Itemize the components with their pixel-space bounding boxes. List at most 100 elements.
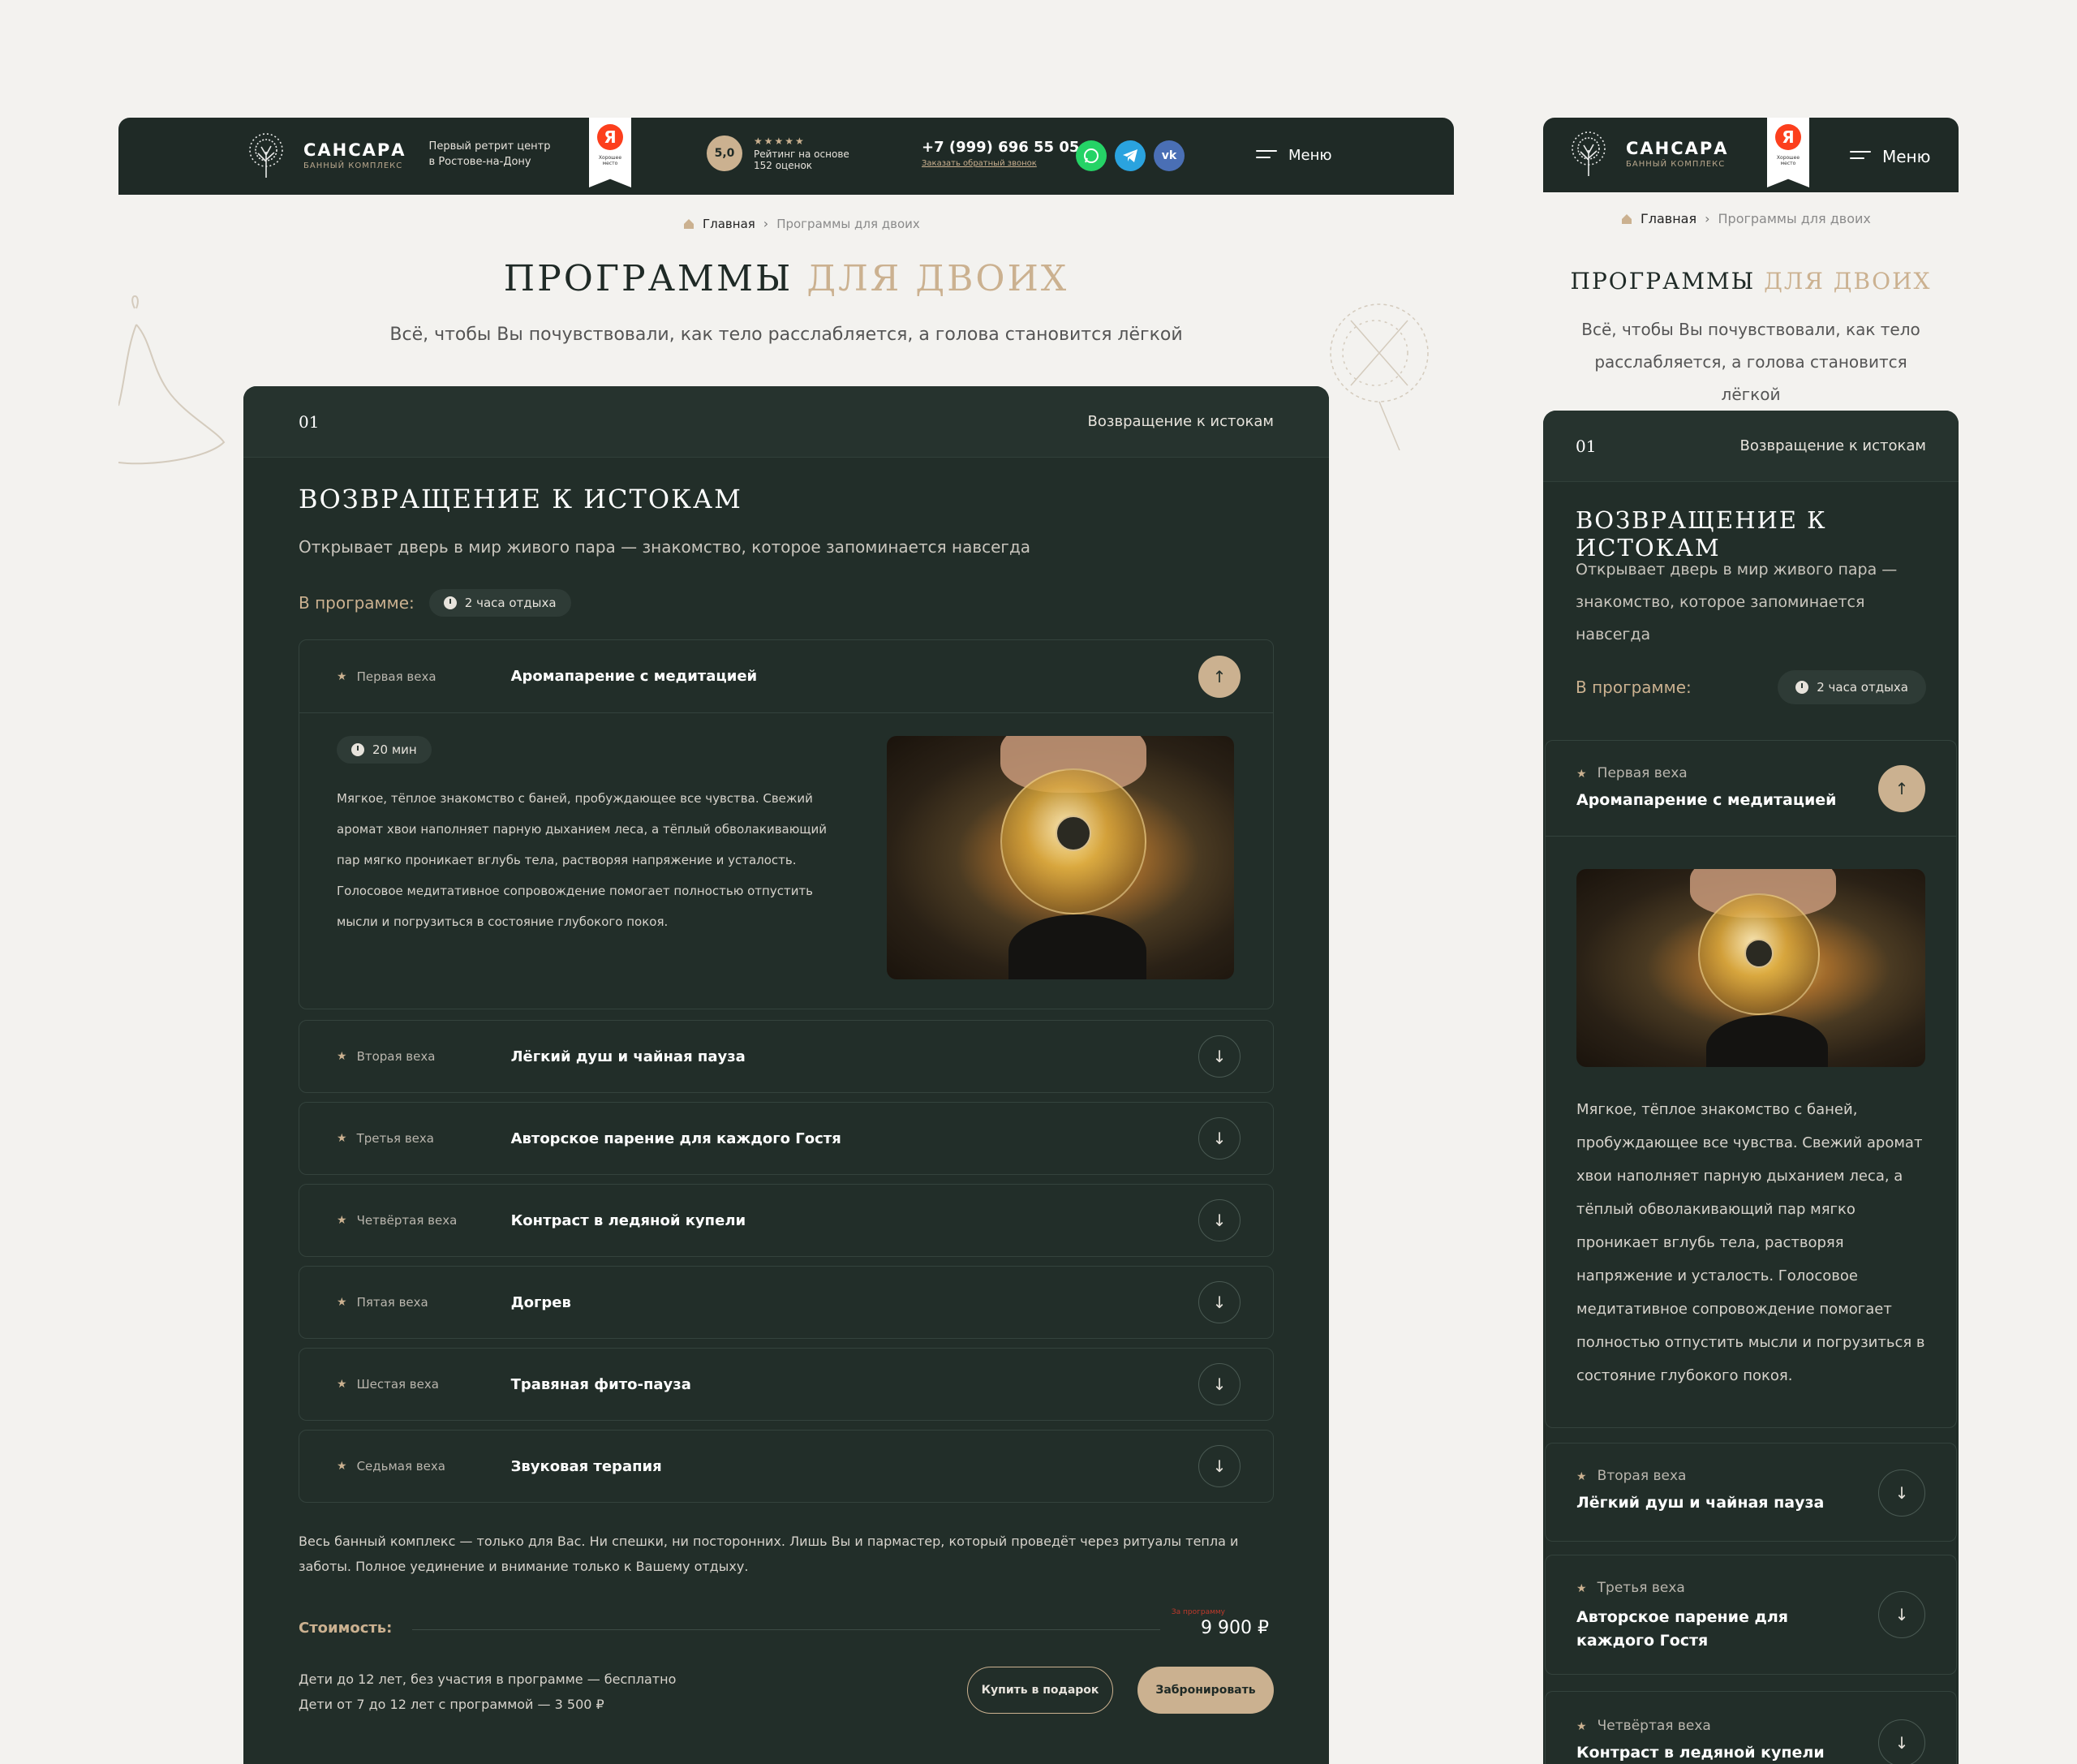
stage-item[interactable]: ★ Седьмая веха Звуковая терапия ↓ bbox=[299, 1430, 1274, 1503]
yandex-icon: Я bbox=[597, 124, 623, 150]
contact-block: +7 (999) 696 55 05 Заказать обратный зво… bbox=[922, 139, 1079, 168]
program-tab[interactable]: 01 Возвращение к истокам bbox=[243, 386, 1329, 458]
expand-arrow-down-icon[interactable]: ↓ bbox=[1198, 1199, 1241, 1241]
price-value: 9 900 ₽ bbox=[1201, 1618, 1269, 1638]
program-tab[interactable]: 01 Возвращение к истокам bbox=[1543, 411, 1959, 482]
stage-item[interactable]: ★ Третья веха Авторское парение для кажд… bbox=[1545, 1555, 1957, 1675]
clock-icon bbox=[351, 743, 364, 756]
collapse-arrow-up-icon[interactable]: ↑ bbox=[1878, 765, 1925, 812]
brand-tagline: Первый ретрит центр в Ростове-на-Дону bbox=[428, 140, 551, 168]
page-title: ПРОГРАММЫ ДЛЯ ДВОИХ bbox=[1570, 268, 1932, 295]
program-number: 01 bbox=[1576, 436, 1597, 456]
expand-arrow-down-icon[interactable]: ↓ bbox=[1198, 1363, 1241, 1405]
book-button[interactable]: Забронировать bbox=[1137, 1667, 1274, 1714]
page-subtitle: Всё, чтобы Вы почувствовали, как тело ра… bbox=[389, 325, 1183, 345]
brand-name: САНСАРА bbox=[303, 140, 406, 160]
rating-block[interactable]: 5,0 ★★★★★ Рейтинг на основе 152 оценок bbox=[707, 136, 849, 171]
tree-logo-icon bbox=[249, 133, 283, 178]
home-icon[interactable] bbox=[683, 218, 694, 230]
home-icon[interactable] bbox=[1621, 213, 1632, 225]
stage-item[interactable]: ★ Шестая веха Травяная фито-пауза ↓ bbox=[299, 1348, 1274, 1421]
in-program: В программе: 2 часа отдыха bbox=[1576, 670, 1926, 704]
star-icon: ★ bbox=[1576, 1720, 1587, 1733]
callback-link[interactable]: Заказать обратный звонок bbox=[922, 159, 1079, 168]
brand-logo[interactable]: САНСАРА БАННЫЙ КОМПЛЕКС bbox=[1563, 129, 1729, 178]
program-description: Открывает дверь в мир живого пара — знак… bbox=[1576, 561, 1898, 643]
phone-link[interactable]: +7 (999) 696 55 05 bbox=[922, 139, 1079, 156]
program-footer-text: Весь банный комплекс — только для Вас. Н… bbox=[299, 1534, 1239, 1574]
yandex-icon: Я bbox=[1775, 124, 1801, 150]
burger-icon bbox=[1850, 151, 1871, 162]
page-title: ПРОГРАММЫ ДЛЯ ДВОИХ bbox=[503, 258, 1069, 299]
star-icon: ★ bbox=[337, 1214, 347, 1227]
program-panel: 01 Возвращение к истокам ВОЗВРАЩЕНИЕ К И… bbox=[1543, 411, 1959, 1764]
stage-duration-pill: 20 мин bbox=[337, 736, 432, 764]
breadcrumb-home[interactable]: Главная bbox=[703, 217, 755, 231]
expand-arrow-down-icon[interactable]: ↓ bbox=[1198, 1281, 1241, 1323]
price-note: За программу bbox=[1171, 1608, 1225, 1616]
in-program: В программе: 2 часа отдыха bbox=[299, 589, 571, 617]
stage-header[interactable]: ★ Первая веха Аромапарение с медитацией … bbox=[1546, 741, 1956, 837]
stage-text: Мягкое, тёплое знакомство с баней, пробу… bbox=[337, 791, 827, 929]
stage-item[interactable]: ★ Четвёртая веха Контраст в ледяной купе… bbox=[1545, 1691, 1957, 1764]
breadcrumb-current: Программы для двоих bbox=[776, 216, 920, 231]
rating-stars: ★★★★★ bbox=[754, 136, 806, 147]
telegram-icon[interactable] bbox=[1115, 140, 1146, 171]
yandex-badge[interactable]: Я Хорошее место bbox=[589, 118, 631, 187]
star-icon: ★ bbox=[337, 1378, 347, 1391]
star-icon: ★ bbox=[337, 1132, 347, 1145]
expand-arrow-down-icon[interactable]: ↓ bbox=[1198, 1117, 1241, 1160]
star-icon: ★ bbox=[337, 1460, 347, 1473]
expand-arrow-down-icon[interactable]: ↓ bbox=[1878, 1591, 1925, 1638]
bell-decoration-icon bbox=[118, 295, 226, 465]
gift-button[interactable]: Купить в подарок bbox=[967, 1667, 1113, 1714]
brand-logo[interactable]: САНСАРА БАННЫЙ КОМПЛЕКС Первый ретрит це… bbox=[240, 131, 550, 179]
desktop-header: САНСАРА БАННЫЙ КОМПЛЕКС Первый ретрит це… bbox=[118, 118, 1454, 195]
program-panel: 01 Возвращение к истокам ВОЗВРАЩЕНИЕ К И… bbox=[243, 386, 1329, 1764]
yandex-badge[interactable]: Я Хорошее место bbox=[1767, 118, 1809, 187]
expand-arrow-down-icon[interactable]: ↓ bbox=[1198, 1445, 1241, 1487]
stage-item[interactable]: ★ Четвёртая веха Контраст в ледяной купе… bbox=[299, 1184, 1274, 1257]
stage-item[interactable]: ★ Третья веха Авторское парение для кажд… bbox=[299, 1102, 1274, 1175]
program-description: Открывает дверь в мир живого пара — знак… bbox=[299, 537, 1031, 557]
program-number: 01 bbox=[299, 411, 320, 432]
star-icon: ★ bbox=[1576, 768, 1587, 781]
expand-arrow-down-icon[interactable]: ↓ bbox=[1878, 1469, 1925, 1517]
expand-arrow-down-icon[interactable]: ↓ bbox=[1198, 1035, 1241, 1078]
stage-item[interactable]: ★ Вторая веха Лёгкий душ и чайная пауза … bbox=[299, 1020, 1274, 1093]
collapse-arrow-up-icon[interactable]: ↑ bbox=[1198, 655, 1241, 698]
mobile-header: САНСАРА БАННЫЙ КОМПЛЕКС Я Хорошее место … bbox=[1543, 118, 1959, 192]
tree-logo-icon bbox=[1572, 131, 1606, 176]
expand-arrow-down-icon[interactable]: ↓ bbox=[1878, 1719, 1925, 1764]
whatsapp-icon[interactable] bbox=[1076, 140, 1107, 171]
stage-photo bbox=[887, 736, 1234, 979]
rating-score: 5,0 bbox=[707, 136, 742, 171]
brand-name: САНСАРА bbox=[1626, 138, 1729, 158]
vk-icon[interactable]: vk bbox=[1154, 140, 1185, 171]
star-icon: ★ bbox=[1576, 1582, 1587, 1595]
brand-sub: БАННЫЙ КОМПЛЕКС bbox=[303, 161, 403, 170]
stage-item[interactable]: ★ Вторая веха Лёгкий душ и чайная пауза … bbox=[1545, 1443, 1957, 1542]
stage-header[interactable]: ★ Первая веха Аромапарение с медитацией … bbox=[299, 640, 1273, 713]
stage-item[interactable]: ★ Пятая веха Догрев ↓ bbox=[299, 1266, 1274, 1339]
breadcrumb: Главная › Программы для двоих bbox=[1621, 211, 1871, 226]
burger-icon bbox=[1256, 149, 1277, 161]
price-divider bbox=[412, 1629, 1160, 1630]
star-icon: ★ bbox=[337, 669, 347, 683]
brand-sub: БАННЫЙ КОМПЛЕКС bbox=[1626, 159, 1726, 169]
duration-pill: 2 часа отдыха bbox=[1778, 670, 1926, 704]
breadcrumb: Главная › Программы для двоих bbox=[683, 216, 920, 231]
stage-photo bbox=[1576, 869, 1925, 1067]
breadcrumb-current: Программы для двоих bbox=[1718, 211, 1871, 226]
menu-button[interactable]: Меню bbox=[1850, 147, 1930, 166]
clock-icon bbox=[1795, 681, 1809, 694]
price-row: Стоимость: За программу 9 900 ₽ bbox=[299, 1608, 1274, 1644]
star-icon: ★ bbox=[1576, 1470, 1587, 1483]
program-title: ВОЗВРАЩЕНИЕ К ИСТОКАМ bbox=[299, 484, 742, 514]
program-tab-name: Возвращение к истокам bbox=[1087, 413, 1274, 430]
menu-button[interactable]: Меню bbox=[1256, 147, 1332, 164]
clock-icon bbox=[443, 596, 457, 609]
program-tab-name: Возвращение к истокам bbox=[1739, 437, 1926, 454]
breadcrumb-home[interactable]: Главная bbox=[1641, 211, 1696, 226]
stage-item-open: ★ Первая веха Аромапарение с медитацией … bbox=[299, 639, 1274, 1009]
